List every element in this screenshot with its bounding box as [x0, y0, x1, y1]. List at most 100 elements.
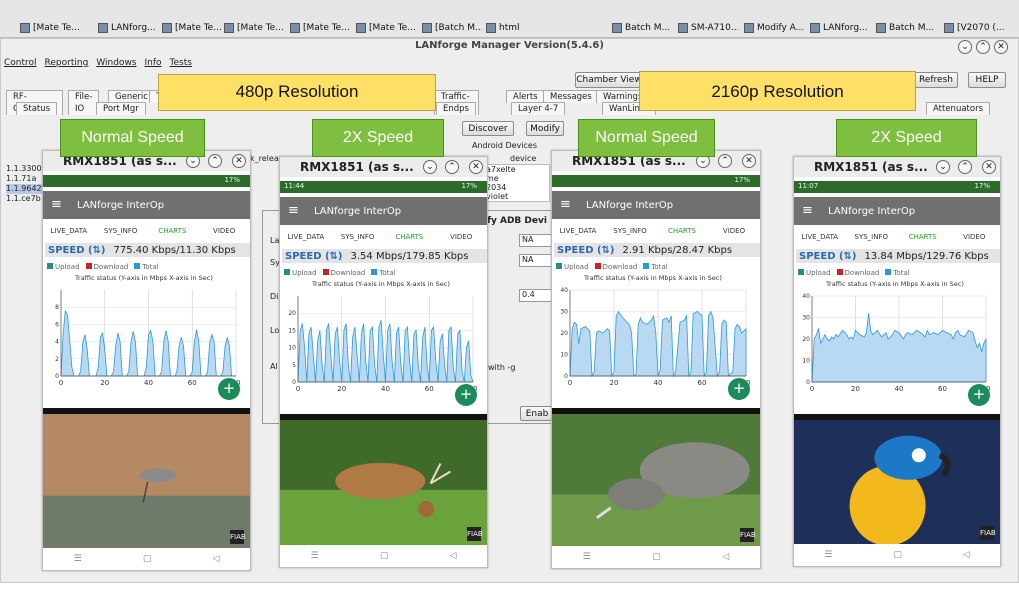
home-icon[interactable]: ▢	[893, 550, 902, 560]
tab-item[interactable]: Endps	[436, 102, 476, 115]
tab-live_data[interactable]: LIVE_DATA	[552, 227, 604, 235]
hamburger-menu-icon[interactable]: ≡	[51, 198, 65, 211]
speed-value: 775.40 Kbps/11.30 Kbps	[113, 244, 236, 256]
port-row[interactable]: 1.1.ce7b	[6, 194, 42, 204]
taskbar-item[interactable]: html	[486, 20, 546, 36]
menu-item[interactable]: Tests	[170, 58, 192, 72]
tab-charts[interactable]: CHARTS	[147, 227, 199, 235]
tab-live_data[interactable]: LIVE_DATA	[794, 233, 846, 241]
speed-readout: SPEED (⇅) 2.91 Kbps/28.47 Kbps	[554, 243, 760, 257]
tab-video[interactable]: VIDEO	[435, 233, 487, 241]
close-icon[interactable]: ✕	[982, 160, 996, 174]
home-icon[interactable]: ▢	[380, 551, 389, 561]
tab-item[interactable]: Layer 4-7	[511, 102, 566, 115]
dialog-label-3: Di	[270, 292, 279, 301]
tab-live_data[interactable]: LIVE_DATA	[43, 227, 95, 235]
port-row[interactable]: 1.1.9642	[6, 184, 42, 194]
modify-button[interactable]: Modify	[526, 121, 564, 136]
tab-video[interactable]: VIDEO	[198, 227, 250, 235]
home-icon[interactable]: ▢	[652, 552, 661, 562]
tab-item[interactable]: Port Mgr	[96, 102, 146, 115]
device-row[interactable]: a7xelte	[485, 165, 549, 174]
tab-sys_info[interactable]: SYS_INFO	[604, 227, 656, 235]
taskbar-item[interactable]: SM-A710...	[678, 20, 738, 36]
tab-charts[interactable]: CHARTS	[384, 233, 436, 241]
taskbar-item[interactable]: Modify A...	[744, 20, 804, 36]
taskbar-item[interactable]: [Batch M...	[422, 20, 482, 36]
refresh-button[interactable]: Refresh	[914, 72, 958, 88]
chevron-up-icon[interactable]: ⌃	[445, 160, 459, 174]
tab-live_data[interactable]: LIVE_DATA	[280, 233, 332, 241]
add-fab-button[interactable]: +	[728, 378, 750, 400]
chevron-down-icon[interactable]: ⌄	[423, 160, 437, 174]
add-fab-button[interactable]: +	[218, 378, 240, 400]
menu-item[interactable]: Info	[145, 58, 162, 72]
taskbar-item[interactable]: [Mate Te...	[356, 20, 416, 36]
chevron-up-icon[interactable]: ⌃	[718, 154, 732, 168]
speed-value: 13.84 Mbps/129.76 Kbps	[864, 250, 989, 262]
device-row[interactable]: 2034	[485, 183, 549, 192]
taskbar-item[interactable]: LANforg...	[98, 20, 158, 36]
port-row[interactable]: 1.1.3300	[6, 164, 42, 174]
caption-speed-1: Normal Speed	[60, 119, 205, 157]
close-icon[interactable]: ✕	[232, 154, 246, 168]
taskbar-item[interactable]: Batch M...	[612, 20, 672, 36]
recents-icon[interactable]: ☰	[583, 552, 591, 562]
adb-field-2[interactable]: NA	[519, 254, 553, 267]
hamburger-menu-icon[interactable]: ≡	[560, 198, 574, 211]
tab-item[interactable]: Status	[16, 102, 58, 115]
chevron-up-icon[interactable]: ⌃	[958, 160, 972, 174]
taskbar-item[interactable]: Batch M...	[876, 20, 936, 36]
menu-item[interactable]: Reporting	[45, 58, 89, 72]
chamber-view-button[interactable]: Chamber View	[575, 72, 643, 88]
tab-charts[interactable]: CHARTS	[897, 233, 949, 241]
back-icon[interactable]: ◁	[212, 554, 219, 564]
adb-field-1[interactable]: NA	[519, 234, 553, 247]
tab-item[interactable]: Attenuators	[926, 102, 990, 115]
tab-sys_info[interactable]: SYS_INFO	[95, 227, 147, 235]
tab-video[interactable]: VIDEO	[708, 227, 760, 235]
device-row[interactable]: violet	[485, 192, 549, 201]
tab-sys_info[interactable]: SYS_INFO	[332, 233, 384, 241]
window-icon	[422, 23, 432, 33]
legend-item: Total	[643, 263, 668, 271]
close-icon[interactable]: ✕	[994, 40, 1008, 54]
recents-icon[interactable]: ☰	[311, 551, 319, 561]
menu-item[interactable]: Windows	[96, 58, 136, 72]
recents-icon[interactable]: ☰	[74, 554, 82, 564]
add-fab-button[interactable]: +	[455, 384, 477, 406]
taskbar-item[interactable]: [V2070 (...	[944, 20, 1016, 36]
hamburger-menu-icon[interactable]: ≡	[288, 204, 302, 217]
device-row[interactable]: me	[485, 174, 549, 183]
taskbar-item[interactable]: LANforg...	[810, 20, 870, 36]
android-status-bar: 17%	[552, 175, 760, 187]
back-icon[interactable]: ◁	[722, 552, 729, 562]
close-icon[interactable]: ✕	[469, 160, 483, 174]
hamburger-menu-icon[interactable]: ≡	[802, 204, 816, 217]
add-fab-button[interactable]: +	[968, 384, 990, 406]
discover-button[interactable]: Discover	[462, 121, 514, 136]
port-row[interactable]: 1.1.71a	[6, 174, 42, 184]
maximize-icon[interactable]: ⌃	[976, 40, 990, 54]
back-icon[interactable]: ◁	[963, 550, 970, 560]
android-status-bar: 11:07 17%	[794, 181, 1000, 193]
chevron-down-icon[interactable]: ⌄	[936, 160, 950, 174]
close-icon[interactable]: ✕	[742, 154, 756, 168]
help-button[interactable]: HELP	[968, 72, 1006, 88]
chevron-up-icon[interactable]: ⌃	[208, 154, 222, 168]
adb-field-3[interactable]: 0.4	[519, 289, 553, 302]
home-icon[interactable]: ▢	[143, 554, 152, 564]
taskbar-item[interactable]: [Mate Te...	[20, 20, 80, 36]
back-icon[interactable]: ◁	[449, 551, 456, 561]
menu-item[interactable]: Control	[4, 58, 37, 72]
taskbar-item[interactable]: [Mate Te...	[290, 20, 350, 36]
tab-video[interactable]: VIDEO	[949, 233, 1001, 241]
tab-sys_info[interactable]: SYS_INFO	[846, 233, 898, 241]
tab-charts[interactable]: CHARTS	[656, 227, 708, 235]
minimize-icon[interactable]: ⌄	[958, 40, 972, 54]
taskbar-item[interactable]: [Mate Te...	[224, 20, 284, 36]
recents-icon[interactable]: ☰	[824, 550, 832, 560]
enable-button[interactable]: Enab	[520, 406, 554, 421]
taskbar-item[interactable]: [Mate Te...	[162, 20, 222, 36]
chart-legend: Upload Download Total	[556, 263, 668, 271]
